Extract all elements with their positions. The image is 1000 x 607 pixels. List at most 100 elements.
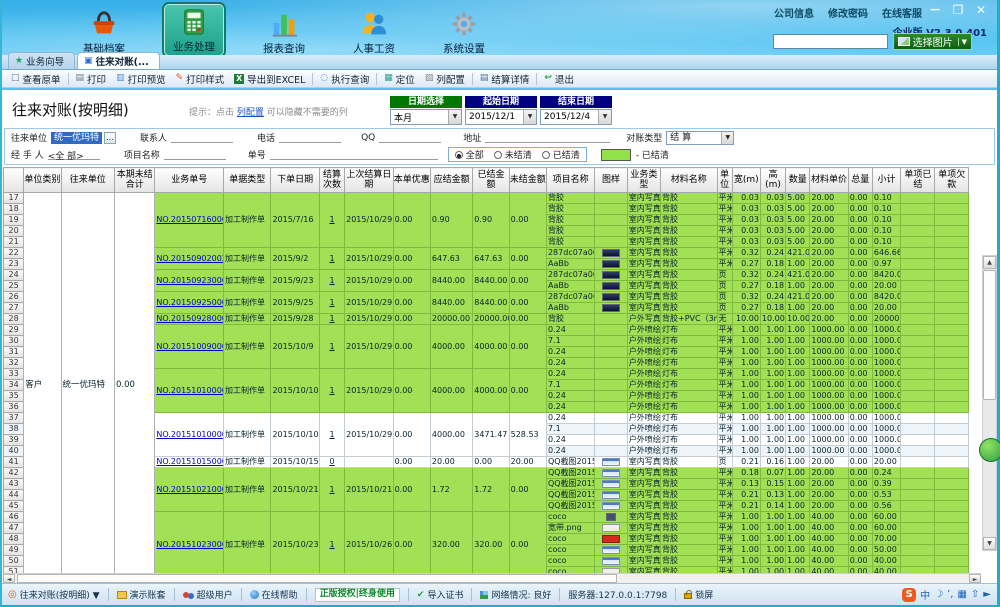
settle-times-link[interactable]: 1	[329, 215, 334, 224]
column-header-10[interactable]: 应结金额	[430, 168, 472, 193]
thumbnail-image[interactable]	[602, 502, 620, 510]
column-header-1[interactable]: 单位类别	[24, 168, 61, 193]
column-header-12[interactable]: 未结金额	[509, 168, 546, 193]
column-header-3[interactable]: 本期未结 合计	[115, 168, 155, 193]
column-header-17[interactable]: 单 位	[717, 168, 732, 193]
order-no-link[interactable]: NO.201509280001	[156, 314, 223, 323]
thumbnail-image[interactable]	[602, 524, 620, 532]
thumbnail-image[interactable]	[602, 271, 620, 279]
column-header-13[interactable]: 项目名称	[546, 168, 594, 193]
ribbon-item-chart[interactable]: 报表查询	[252, 6, 316, 58]
thumbnail-image[interactable]	[602, 480, 620, 488]
filter-input[interactable]	[164, 149, 226, 160]
tab-1[interactable]: ▣往来对账(...	[77, 52, 160, 69]
company-lookup-button[interactable]: …	[104, 132, 116, 144]
column-header-23[interactable]: 小计	[872, 168, 900, 193]
scroll-left-icon[interactable]: ◄	[3, 574, 15, 583]
toolbar-button-detail[interactable]: 结算详情	[475, 71, 535, 87]
ime-keyboard-icon[interactable]: ▦	[957, 589, 966, 600]
thumbnail-image[interactable]	[602, 282, 620, 290]
order-no-link[interactable]: NO.201510150004	[156, 457, 223, 466]
online-help[interactable]: 在线帮助	[250, 588, 298, 601]
column-header-5[interactable]: 单据类型	[224, 168, 271, 193]
settle-times-link[interactable]: 1	[329, 276, 334, 285]
radio-option-0[interactable]: 全部	[455, 148, 484, 161]
toolbar-button-style[interactable]: 打印样式	[171, 71, 230, 87]
column-header-16[interactable]: 材料名称	[661, 168, 718, 193]
column-header-15[interactable]: 业务类型	[627, 168, 660, 193]
tab-0[interactable]: ★业务向导	[8, 52, 75, 69]
settle-times-link[interactable]: 1	[329, 430, 334, 439]
thumbnail-image[interactable]	[602, 469, 620, 477]
settle-times-link[interactable]: 1	[329, 342, 334, 351]
settle-times-link[interactable]: 1	[329, 314, 334, 323]
column-header-0[interactable]	[4, 168, 24, 193]
column-header-14[interactable]: 图样	[595, 168, 627, 193]
date-dropdown-1[interactable]: 2015/12/1▼	[465, 109, 537, 125]
scroll-right-icon[interactable]: ►	[969, 574, 981, 583]
ime-punct-icon[interactable]: ’,	[947, 589, 953, 600]
order-no-link[interactable]: NO.201509230002	[156, 276, 223, 285]
thumbnail-image[interactable]	[602, 293, 620, 301]
toolbar-button-doc[interactable]: 查看原单	[6, 71, 66, 87]
radio-icon[interactable]	[494, 151, 502, 159]
column-header-7[interactable]: 结算 次数	[319, 168, 344, 193]
import-cert[interactable]: ✔导入证书	[417, 588, 464, 601]
ime-lang-icon[interactable]: 中	[920, 587, 930, 602]
pick-image-button[interactable]: 选择图片▼	[893, 33, 972, 50]
ribbon-item-people[interactable]: 人事工资	[342, 6, 406, 58]
thumbnail-image[interactable]	[602, 249, 620, 257]
restore-button[interactable]: ❐	[950, 3, 966, 17]
settle-times-link[interactable]: 1	[329, 254, 334, 263]
order-no-link[interactable]: NO.201510100001	[156, 386, 223, 395]
radio-option-1[interactable]: 未结清	[494, 148, 532, 161]
account-set[interactable]: 演示账套	[117, 588, 166, 601]
date-dropdown-0[interactable]: 本月▼	[390, 109, 462, 125]
report-selector[interactable]: ◎往来对账(按明细) ▼	[8, 588, 100, 601]
close-button[interactable]: ✕	[973, 3, 989, 17]
vertical-scroll-thumb[interactable]	[983, 270, 996, 400]
toolbar-button-locate[interactable]: 定位	[379, 71, 420, 87]
ime-halfwidth-icon[interactable]: ☽	[934, 589, 943, 600]
thumbnail-image[interactable]	[602, 304, 620, 312]
settle-times-link[interactable]: 1	[329, 485, 334, 494]
column-header-20[interactable]: 数量	[786, 168, 810, 193]
horizontal-scrollbar[interactable]: ◄ ►	[3, 573, 981, 583]
settle-times-link[interactable]: 1	[329, 540, 334, 549]
image-search-input[interactable]	[773, 34, 888, 49]
network-status[interactable]: 网络情况: 良好	[480, 588, 551, 601]
horizontal-scroll-thumb[interactable]	[17, 574, 617, 583]
sogou-icon[interactable]: S	[902, 588, 916, 602]
settle-times-link[interactable]: 1	[329, 386, 334, 395]
titlebar-link-0[interactable]: 公司信息	[774, 9, 814, 20]
column-header-21[interactable]: 材料单价	[810, 168, 848, 193]
order-no-link[interactable]: NO.201510230003	[156, 540, 223, 549]
order-no-link[interactable]: NO.201509020021	[156, 254, 223, 263]
order-no-link[interactable]: NO.201510210001	[156, 485, 223, 494]
column-header-8[interactable]: 上次结算日 期	[345, 168, 393, 193]
order-no-link[interactable]: NO.201509250001	[156, 298, 223, 307]
ribbon-item-calculator[interactable]: 业务处理	[162, 2, 226, 58]
ribbon-item-basket[interactable]: 基础档案	[72, 6, 136, 58]
titlebar-link-1[interactable]: 修改密码	[828, 9, 868, 20]
toolbar-button-excel[interactable]: 导出到EXCEL	[229, 71, 310, 87]
column-header-4[interactable]: 业务单号	[155, 168, 224, 193]
thumbnail-image[interactable]	[602, 458, 620, 466]
toolbar-button-exit[interactable]: 退出	[539, 71, 579, 87]
date-dropdown-2[interactable]: 2015/12/4▼	[540, 109, 612, 125]
thumbnail-image[interactable]	[602, 557, 620, 565]
thumbnail-image[interactable]	[602, 546, 620, 554]
thumbnail-image[interactable]	[602, 535, 620, 543]
toolbar-button-query[interactable]: 执行查询	[315, 71, 374, 87]
settle-times-link[interactable]: 0	[329, 457, 334, 466]
toolbar-button-cols[interactable]: 列配置	[420, 71, 470, 87]
column-header-25[interactable]: 单项欠款	[935, 168, 969, 193]
column-header-24[interactable]: 单项已结	[901, 168, 935, 193]
filter-input[interactable]: <全 部>	[48, 149, 100, 160]
column-config-link[interactable]: 列配置	[237, 108, 264, 118]
company-selected-value[interactable]: 统一优玛特	[51, 132, 102, 144]
ime-up-icon[interactable]: ⇧	[971, 589, 979, 600]
server-address[interactable]: 服务器:127.0.0.1:7798	[568, 588, 667, 601]
filter-input[interactable]	[171, 132, 233, 143]
thumbnail-image[interactable]	[602, 491, 620, 499]
